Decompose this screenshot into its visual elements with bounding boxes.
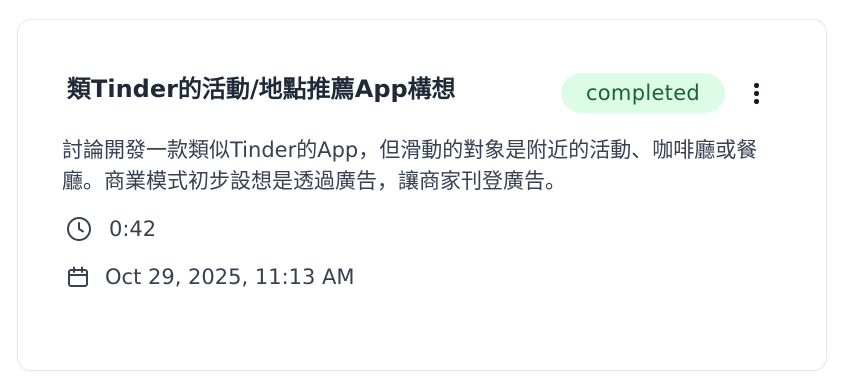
duration-row: 0:42 [66, 215, 156, 243]
more-options-button[interactable] [744, 76, 768, 110]
duration-text: 0:42 [109, 217, 157, 241]
conversation-card[interactable]: 類Tinder的活動/地點推薦App構想 completed 討論開發一款類似T… [17, 19, 827, 371]
calendar-icon [66, 265, 90, 289]
card-title: 類Tinder的活動/地點推薦App構想 [67, 75, 456, 103]
date-row: Oct 29, 2025, 11:13 AM [66, 263, 355, 291]
clock-icon [66, 216, 92, 242]
more-vertical-icon-dot [754, 83, 759, 88]
more-vertical-icon-dot [754, 99, 759, 104]
status-badge: completed [561, 73, 725, 113]
date-text: Oct 29, 2025, 11:13 AM [105, 265, 355, 289]
card-description: 討論開發一款類似Tinder的App，但滑動的對象是附近的活動、咖啡廳或餐廳。商… [62, 138, 758, 193]
more-vertical-icon-dot [754, 91, 759, 96]
